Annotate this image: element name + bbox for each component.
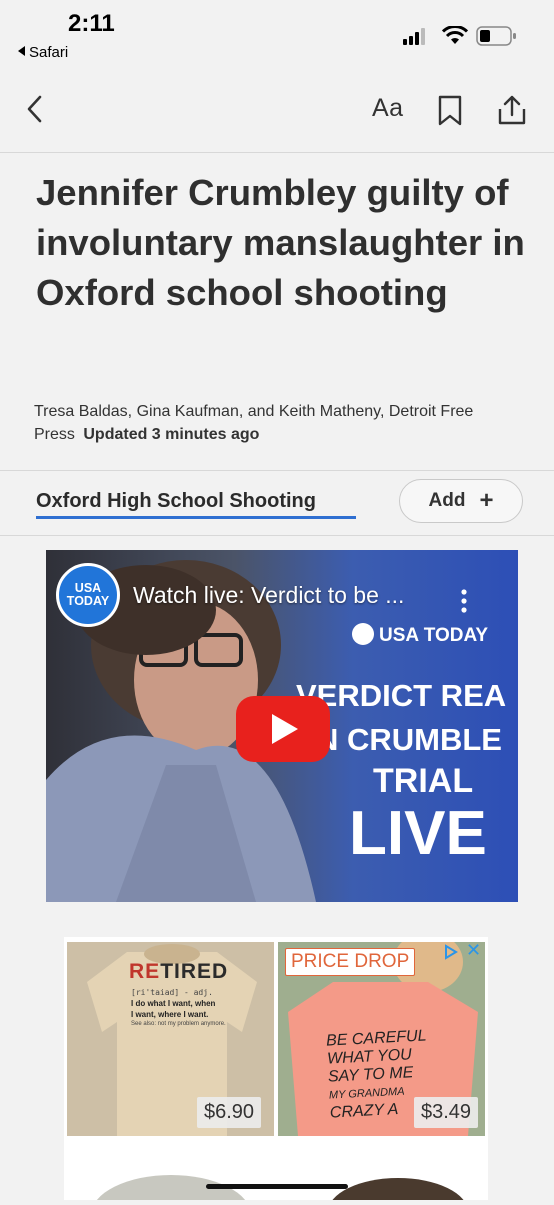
add-topic-label: Add	[428, 490, 466, 511]
adchoices-icon[interactable]	[444, 944, 458, 960]
back-arrow-icon	[18, 46, 25, 56]
video-overlay-line3: TRIAL	[373, 762, 474, 800]
bookmark-icon[interactable]	[437, 95, 463, 127]
play-icon	[272, 714, 298, 744]
nav-divider	[0, 152, 554, 153]
share-icon[interactable]	[497, 94, 527, 126]
topic-divider	[0, 535, 554, 536]
ad-item-4[interactable]	[278, 1140, 485, 1205]
home-indicator[interactable]	[206, 1184, 348, 1189]
shirt-phonetic: [ri'taiad] - adj.	[131, 988, 213, 997]
back-chevron-icon[interactable]	[24, 94, 44, 124]
price-drop-badge: PRICE DROP	[285, 948, 416, 976]
battery-icon	[476, 26, 516, 46]
brand-label: USA TODAY	[379, 625, 489, 646]
shirt-title-rest: TIRED	[160, 960, 229, 983]
add-topic-button[interactable]: Add +	[399, 479, 523, 523]
updated-timestamp: Updated 3 minutes ago	[83, 426, 260, 443]
usa-today-channel-logo[interactable]: USA TODAY	[56, 563, 120, 627]
brand-dot-icon	[352, 623, 374, 645]
byline-divider	[0, 470, 554, 471]
more-options-icon[interactable]	[458, 588, 470, 614]
ad-close-icon[interactable]: ✕	[466, 940, 481, 961]
article-byline: Tresa Baldas, Gina Kaufman, and Keith Ma…	[34, 400, 514, 446]
shirt-title-text: RETIRED	[129, 960, 229, 983]
ad-item-3[interactable]	[67, 1140, 274, 1205]
wifi-icon	[442, 26, 468, 44]
video-player[interactable]: USA TODAY Watch live: Verdict to be ... …	[46, 550, 518, 902]
cellular-signal-icon	[403, 28, 425, 45]
back-app-label: Safari	[29, 44, 69, 61]
ad-price-1: $6.90	[197, 1097, 262, 1128]
status-time: 2:11	[68, 10, 115, 37]
video-title[interactable]: Watch live: Verdict to be ...	[133, 582, 404, 609]
topic-link[interactable]: Oxford High School Shooting	[36, 490, 316, 513]
text-size-button[interactable]: Aa	[372, 94, 404, 123]
shirt-line3: See also: not my problem anymore.	[131, 1021, 226, 1027]
article-headline: Jennifer Crumbley guilty of involuntary …	[36, 172, 525, 313]
topic-underline	[36, 516, 356, 519]
video-brand-watermark: USA TODAY	[352, 623, 488, 647]
shirt-line1: I do what I want, when	[131, 999, 216, 1008]
plus-icon: +	[479, 487, 494, 514]
ad-item-retired-shirt[interactable]: RETIRED [ri'taiad] - adj. I do what I wa…	[67, 942, 274, 1136]
ad-price-2: $3.49	[414, 1097, 479, 1128]
video-overlay-line4: LIVE	[349, 799, 487, 868]
shirt-line2: I want, where I want.	[131, 1010, 209, 1019]
ad-item-3-image	[93, 1175, 249, 1205]
back-to-app-link[interactable]: Safari	[18, 44, 68, 61]
ad-item-4-image	[329, 1178, 467, 1205]
video-overlay-line2: N CRUMBLE	[316, 722, 502, 757]
